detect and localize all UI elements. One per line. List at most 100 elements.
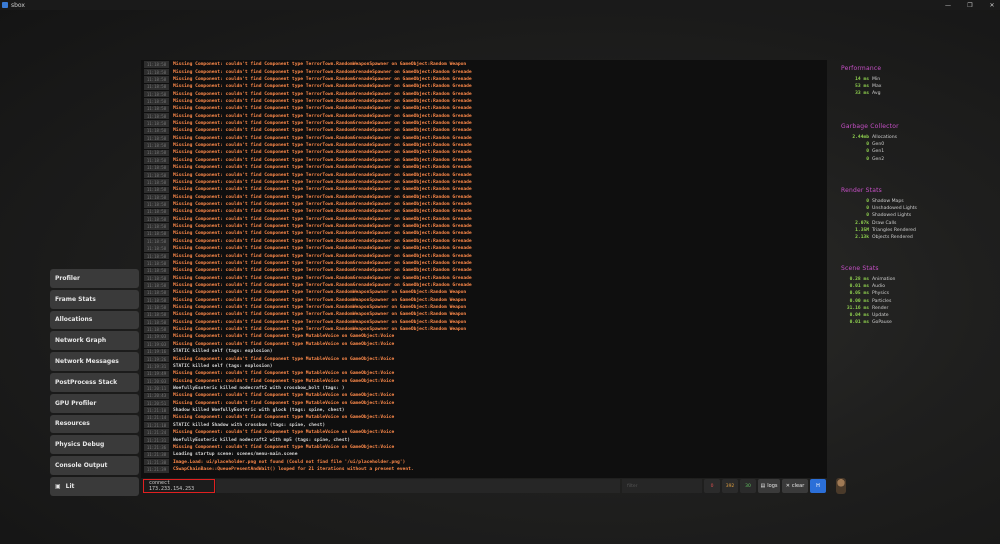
log-message: Missing Component: couldn't find Compone… (173, 91, 472, 97)
lit-toggle-button[interactable]: ▣ Lit (50, 476, 139, 496)
command-input-area[interactable] (216, 479, 620, 493)
network-graph-button[interactable]: Network Graph (50, 331, 139, 351)
log-message: Missing Component: couldn't find Compone… (173, 275, 472, 281)
physics-debug-button[interactable]: Physics Debug (50, 435, 139, 455)
log-timestamp: 11:21:39 (144, 466, 169, 473)
scene-stats-panel: Scene Stats 0.28 ms Animation 0.01 ms Audio… (841, 265, 961, 326)
stat-row: 0.01 ms GoPause (841, 319, 961, 326)
resources-button[interactable]: Resources (50, 414, 139, 434)
log-line: 11:21:38 Image.Load: ui/placeholder.png n… (141, 458, 827, 466)
log-timestamp: 11:21:36 (144, 444, 169, 451)
log-message: Missing Component: couldn't find Compone… (173, 172, 472, 178)
render-stats-panel: Render Stats 0 Shadow Maps 0 Unshadowed Lig… (841, 187, 961, 241)
error-count-button[interactable]: 0 (704, 479, 720, 493)
log-message: Missing Component: couldn't find Compone… (173, 224, 472, 230)
filter-input[interactable]: filter (622, 479, 702, 493)
log-message: Missing Component: couldn't find Compone… (173, 378, 395, 384)
log-line: 11:18:58 Missing Component: couldn't find… (141, 113, 827, 120)
log-timestamp: 11:21:38 (144, 451, 169, 458)
warning-count-button[interactable]: 392 (722, 479, 738, 493)
sbox-app-icon (2, 2, 8, 8)
stat-value: 2.07k (855, 220, 869, 226)
log-timestamp: 11:20:51 (144, 400, 169, 407)
log-message: Missing Component: couldn't find Compone… (173, 238, 472, 244)
console-log[interactable]: 11:18:58 Missing Component: couldn't find… (141, 60, 827, 478)
stat-label: Min (872, 77, 881, 83)
title-bar: sbox — ❐ ✕ (0, 0, 1000, 10)
stat-value: 0 (866, 149, 869, 155)
log-message: Missing Component: couldn't find Compone… (173, 327, 467, 333)
network-graph-label: Network Graph (55, 337, 107, 345)
postprocess-stack-button[interactable]: PostProcess Stack (50, 372, 139, 392)
log-line: 11:19:03 Missing Component: couldn't find… (141, 333, 827, 341)
stat-label: Gen1 (872, 149, 885, 155)
log-line: 11:18:58 Missing Component: couldn't find… (141, 289, 827, 297)
profiler-button[interactable]: Profiler (50, 269, 139, 288)
window-title: sbox (11, 1, 25, 9)
stat-value: 0 (866, 213, 869, 219)
stat-value: 53 ms (855, 84, 869, 90)
log-message: Missing Component: couldn't find Compone… (173, 69, 472, 75)
log-line: 11:21:24 Missing Component: couldn't find… (141, 429, 827, 436)
log-message: Missing Component: couldn't find Compone… (173, 356, 395, 362)
log-timestamp: 11:18:58 (144, 193, 169, 201)
console-output-button[interactable]: Console Output (50, 456, 139, 475)
log-line: 11:18:58 Missing Component: couldn't find… (141, 230, 827, 238)
log-line: 11:18:58 Missing Component: couldn't find… (141, 179, 827, 186)
log-timestamp: 11:18:58 (144, 274, 169, 282)
stat-label: Animation (872, 277, 896, 283)
log-timestamp: 11:18:58 (144, 135, 169, 142)
log-timestamp: 11:18:58 (144, 296, 169, 304)
log-message: Missing Component: couldn't find Compone… (173, 98, 472, 104)
stat-label: GoPause (872, 320, 892, 326)
log-line: 11:18:58 Missing Component: couldn't find… (141, 149, 827, 157)
window-controls: — ❐ ✕ (944, 0, 996, 10)
log-timestamp: 11:18:58 (144, 164, 169, 171)
stat-row: 0.00 ms Particles (841, 298, 961, 305)
log-timestamp: 11:18:58 (144, 127, 169, 135)
log-message: Missing Component: couldn't find Compone… (173, 415, 395, 421)
gpu-profiler-button[interactable]: GPU Profiler (50, 393, 139, 413)
stat-label: Max (872, 84, 882, 90)
command-input[interactable]: connect 173.233.154.253 (143, 479, 215, 493)
log-line: 11:21:10 Shadow killed WoefullyEsoteric w… (141, 407, 827, 414)
info-count-button[interactable]: 30 (740, 479, 756, 493)
log-line: 11:20:43 Missing Component: couldn't find… (141, 392, 827, 400)
clear-button[interactable]: ✕ clear (782, 479, 808, 493)
log-message: Shadow killed WoefullyEsoteric with gloc… (173, 408, 345, 414)
stat-label: Gen2 (872, 156, 885, 162)
log-timestamp: 11:19:49 (144, 370, 169, 377)
log-timestamp: 11:18:58 (144, 304, 169, 311)
log-line: 11:18:58 Missing Component: couldn't find… (141, 186, 827, 193)
log-line: 11:18:58 Missing Component: couldn't find… (141, 311, 827, 319)
allocations-button[interactable]: Allocations (50, 310, 139, 330)
log-timestamp: 11:18:58 (144, 245, 169, 252)
logs-button[interactable]: ▤ logs (758, 479, 780, 493)
log-timestamp: 11:21:24 (144, 429, 169, 436)
log-timestamp: 11:18:58 (144, 120, 169, 127)
log-message: STATIC killed self (tags: explosion) (173, 363, 273, 369)
stat-label: Triangles Rendered (872, 227, 916, 233)
log-message: STATIC killed self (tags: explosion) (173, 349, 273, 355)
profiler-label: Profiler (55, 274, 81, 282)
log-message: Missing Component: couldn't find Compone… (173, 113, 472, 119)
stat-value: 0 (866, 206, 869, 212)
network-messages-button[interactable]: Network Messages (50, 352, 139, 371)
log-line: 11:21:38 Loading startup scene: scenes/me… (141, 451, 827, 458)
log-timestamp: 11:18:58 (144, 289, 169, 297)
submit-button[interactable]: H (810, 479, 826, 493)
log-timestamp: 11:18:58 (144, 98, 169, 105)
log-line: 11:21:18 STATIC killed Shadow with crossb… (141, 422, 827, 429)
stat-value: 0 (866, 156, 869, 162)
minimize-button[interactable]: — (944, 2, 952, 9)
log-message: CSwapChainBase::QueuePresentAndWait() lo… (173, 466, 414, 472)
frame-stats-button[interactable]: Frame Stats (50, 289, 139, 309)
stat-value: 0.01 ms (849, 320, 869, 326)
postprocess-stack-label: PostProcess Stack (55, 378, 118, 386)
maximize-button[interactable]: ❐ (966, 2, 974, 9)
log-message: WoefullyEsoteric killed nodecraft2 with … (173, 385, 345, 391)
log-line: 11:18:58 Missing Component: couldn't find… (141, 120, 827, 127)
log-message: Missing Component: couldn't find Compone… (173, 128, 472, 134)
gpu-profiler-label: GPU Profiler (55, 399, 97, 407)
close-button[interactable]: ✕ (988, 2, 996, 9)
